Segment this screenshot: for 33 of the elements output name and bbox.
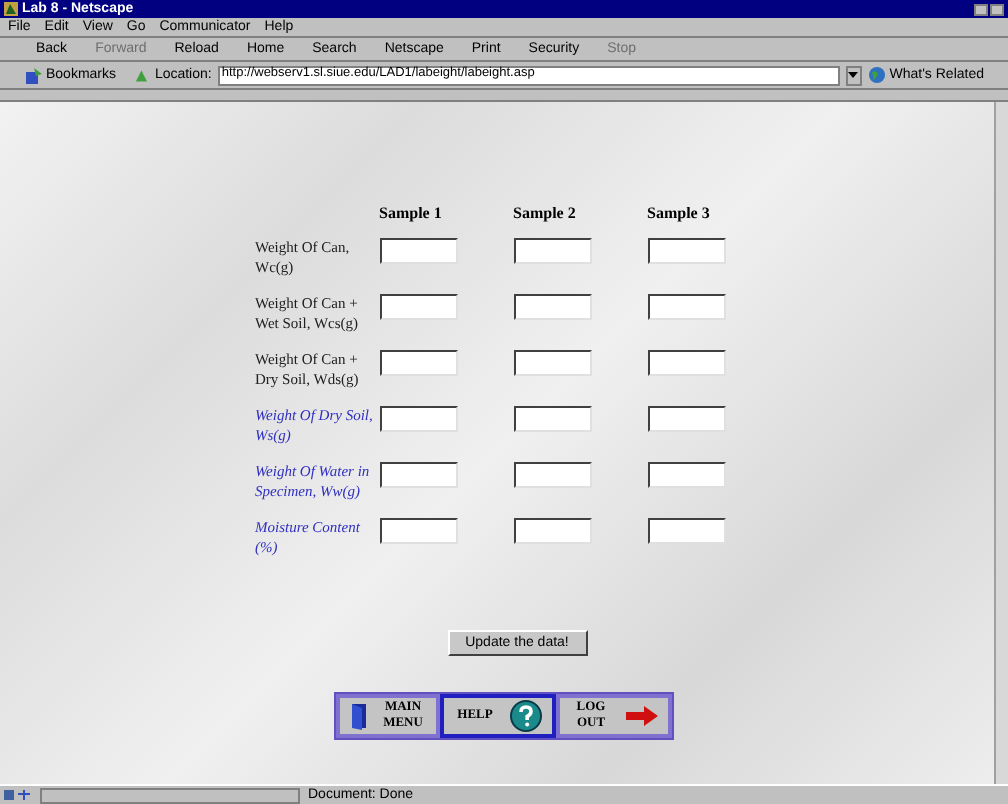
globe-icon [867,66,886,84]
column-header: Sample 2 [513,206,578,222]
input-field[interactable] [647,350,725,376]
caret-icon [848,72,859,78]
input-field[interactable] [647,238,725,264]
maximize-button[interactable] [990,3,1004,15]
security-icon [4,788,32,802]
column-header: Sample 1 [379,206,444,222]
input-field[interactable] [513,462,591,488]
input-field[interactable] [513,350,591,376]
input-field[interactable] [513,406,591,432]
bookmark-icon [24,67,42,83]
input-field[interactable] [379,462,457,488]
dropdown-button[interactable] [846,65,862,85]
input-field[interactable] [379,294,457,320]
door-icon [349,702,369,730]
input-field[interactable] [379,518,457,544]
input-field[interactable] [379,238,457,264]
location-icon [134,67,149,83]
input-field[interactable] [647,406,725,432]
app-icon [4,2,18,16]
input-field[interactable] [379,350,457,376]
input-field[interactable] [513,294,591,320]
column-header: Sample 3 [647,206,712,222]
input-field[interactable] [647,518,725,544]
input-field[interactable] [647,294,725,320]
help-icon [509,700,541,732]
input-field[interactable] [513,518,591,544]
arrow-icon [625,706,657,726]
input-field[interactable] [513,238,591,264]
input-field[interactable] [379,406,457,432]
input-field[interactable] [647,462,725,488]
minimize-button[interactable] [974,3,988,15]
